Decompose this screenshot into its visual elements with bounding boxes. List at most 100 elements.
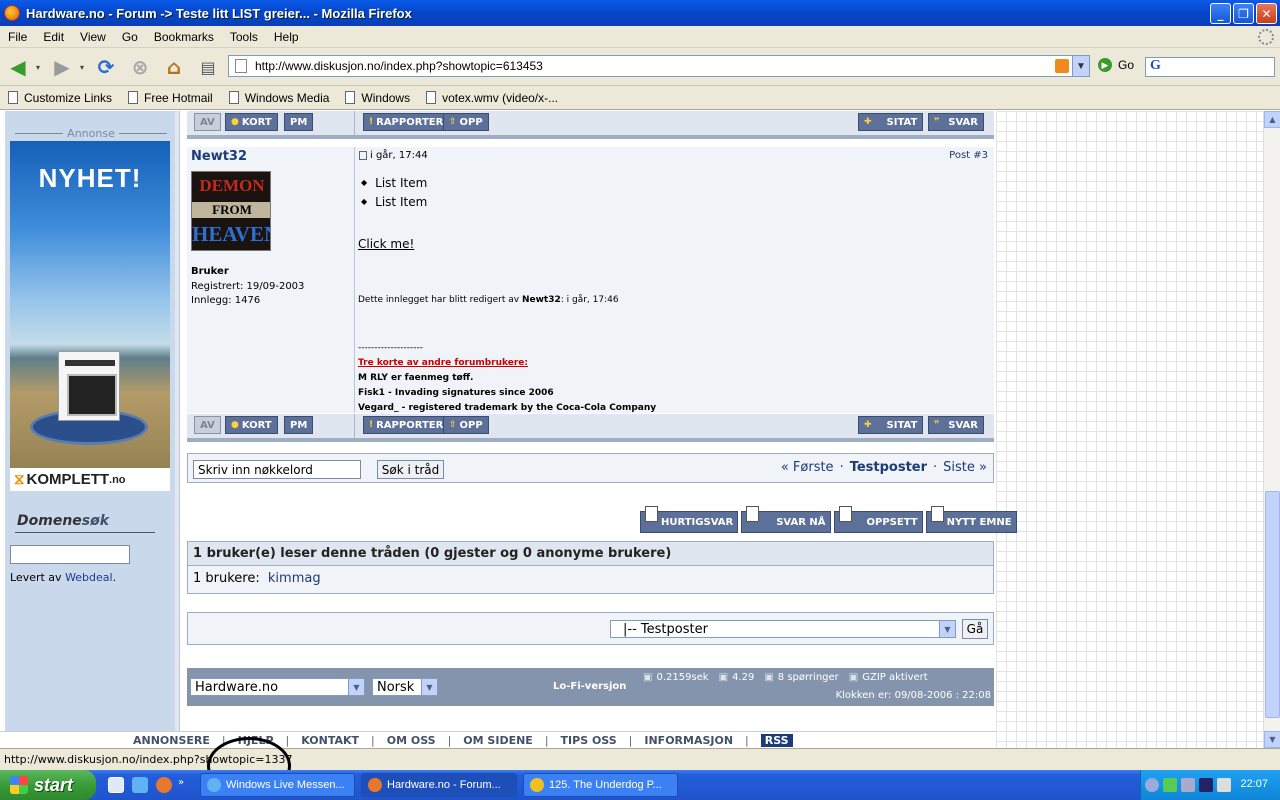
volume-icon[interactable] — [1217, 778, 1231, 792]
reply-now-button[interactable]: SVAR NÅ — [741, 506, 831, 533]
bookmark-windows[interactable]: Windows — [345, 91, 410, 105]
bookmark-windows-media[interactable]: Windows Media — [228, 91, 329, 105]
taskbar-item-winamp[interactable]: 125. The Underdog P... — [523, 773, 678, 797]
sitat-button[interactable]: ✚ SITAT — [858, 416, 924, 434]
last-page-link[interactable]: Siste » — [943, 460, 987, 475]
reader-user-link[interactable]: kimmag — [268, 571, 321, 586]
rss-link[interactable]: RSS — [760, 733, 793, 747]
new-topic-button[interactable]: NYTT EMNE — [925, 506, 1017, 533]
messenger-tray-icon[interactable] — [1163, 778, 1177, 792]
annonsere-link[interactable]: ANNONSERE — [133, 734, 210, 747]
menu-file[interactable]: File — [0, 30, 35, 44]
webdeal-link[interactable]: Webdeal — [65, 571, 113, 584]
menu-go[interactable]: Go — [114, 30, 146, 44]
tips-oss-link[interactable]: TIPS OSS — [561, 734, 617, 747]
bookmark-page-icon — [228, 91, 239, 104]
display-icon[interactable] — [1199, 778, 1213, 792]
taskbar-item-firefox[interactable]: Hardware.no - Forum... — [361, 773, 517, 797]
user-group: Bruker — [191, 266, 229, 277]
home-icon[interactable]: ⌂ — [162, 55, 186, 79]
scroll-up-icon[interactable]: ▲ — [1264, 111, 1280, 128]
page-icon — [235, 59, 247, 73]
avatar-text-2: FROM — [192, 202, 270, 218]
windows-taskbar: start » Windows Live Messen... Hardware.… — [0, 770, 1280, 800]
setup-button[interactable]: OPPSETT — [833, 506, 923, 533]
pm-button[interactable]: PM — [284, 113, 314, 131]
maximize-button[interactable]: ❐ — [1233, 3, 1254, 24]
forum-jump-select[interactable]: |-- Testposter ▼ — [610, 620, 956, 638]
kort-button[interactable]: ● KORT — [225, 416, 278, 434]
av-button[interactable]: AV — [194, 113, 221, 131]
reload-icon[interactable]: ⟳ — [94, 55, 118, 79]
domain-search-input[interactable] — [10, 545, 130, 564]
pm-button[interactable]: PM — [284, 416, 314, 434]
network-icon[interactable] — [1181, 778, 1195, 792]
address-bar[interactable]: http://www.diskusjon.no/index.php?showto… — [228, 55, 1090, 77]
forward-history-dropdown-icon[interactable]: ▾ — [76, 55, 88, 79]
informasjon-link[interactable]: INFORMASJON — [644, 734, 733, 747]
bookmark-votex-video[interactable]: votex.wmv (video/x-... — [426, 91, 558, 105]
minimize-button[interactable]: _ — [1210, 3, 1231, 24]
sitat-button[interactable]: ✚ SITAT — [858, 113, 924, 131]
search-thread-button[interactable]: Søk i tråd — [377, 460, 444, 479]
back-arrow-icon[interactable]: ◀ — [6, 55, 30, 79]
menu-bookmarks[interactable]: Bookmarks — [146, 30, 222, 44]
forward-arrow-icon[interactable]: ▶ — [50, 55, 74, 79]
svar-button[interactable]: ❞ SVAR — [928, 416, 984, 434]
forum-jump-go-button[interactable]: Gå — [962, 619, 988, 639]
scroll-thumb[interactable] — [1265, 491, 1280, 718]
scroll-down-icon[interactable]: ▼ — [1264, 731, 1280, 748]
rapporter-button[interactable]: ! RAPPORTER — [363, 113, 450, 131]
first-page-link[interactable]: « Første — [781, 460, 834, 475]
page-viewport[interactable]: Annonse NYHET! ⧖ KOMPLETT .no Domenesøk L… — [0, 111, 1263, 748]
search-engine-box[interactable]: G — [1145, 57, 1275, 77]
menu-tools[interactable]: Tools — [222, 30, 266, 44]
opp-button[interactable]: ⇧ OPP — [443, 113, 489, 131]
post-message: List Item List Item Click me! Dette innl… — [358, 173, 988, 414]
bookmark-customize-links[interactable]: Customize Links — [8, 91, 112, 105]
lofi-version-link[interactable]: Lo-Fi-versjon — [553, 681, 626, 692]
menu-view[interactable]: View — [72, 30, 114, 44]
firefox-quicklaunch-icon[interactable] — [156, 777, 172, 793]
current-forum-link[interactable]: Testposter — [850, 460, 927, 475]
language-select[interactable]: Norsk ▼ — [372, 678, 438, 696]
komplett-ad-banner[interactable]: NYHET! ⧖ KOMPLETT .no — [10, 141, 170, 491]
post-author-link[interactable]: Newt32 — [191, 149, 247, 164]
rapporter-button[interactable]: ! RAPPORTER — [363, 416, 450, 434]
svar-button[interactable]: ❞ SVAR — [928, 113, 984, 131]
url-history-dropdown-icon[interactable]: ▼ — [1072, 56, 1089, 76]
quick-reply-button[interactable]: HURTIGSVAR — [640, 506, 739, 533]
status-bar: http://www.diskusjon.no/index.php?showto… — [0, 748, 1280, 770]
om-sidene-link[interactable]: OM SIDENE — [463, 734, 533, 747]
print-icon[interactable]: ▤ — [196, 55, 220, 79]
messenger-icon[interactable] — [132, 777, 148, 793]
bookmark-free-hotmail[interactable]: Free Hotmail — [128, 91, 213, 105]
taskbar-item-messenger[interactable]: Windows Live Messen... — [200, 773, 355, 797]
menu-help[interactable]: Help — [266, 30, 307, 44]
user-post-count: Innlegg: 1476 — [191, 295, 261, 306]
kontakt-link[interactable]: KONTAKT — [301, 734, 359, 747]
opp-button[interactable]: ⇧ OPP — [443, 416, 489, 434]
rapporter-label: RAPPORTER — [376, 419, 444, 431]
back-history-dropdown-icon[interactable]: ▾ — [32, 55, 44, 79]
menu-edit[interactable]: Edit — [35, 30, 72, 44]
om-oss-link[interactable]: OM OSS — [387, 734, 436, 747]
quicklaunch-more-icon[interactable]: » — [178, 777, 188, 793]
show-desktop-icon[interactable] — [108, 777, 124, 793]
close-button[interactable]: ✕ — [1256, 3, 1277, 24]
post-number-link[interactable]: Post #3 — [949, 150, 988, 161]
av-button[interactable]: AV — [194, 416, 221, 434]
tray-expand-icon[interactable] — [1145, 778, 1159, 792]
window-titlebar[interactable]: Hardware.no - Forum -> Teste litt LIST g… — [0, 0, 1280, 26]
rss-feed-icon[interactable] — [1055, 59, 1069, 73]
start-button[interactable]: start — [0, 770, 96, 800]
kort-button[interactable]: ● KORT — [225, 113, 278, 131]
forum-jump-box: |-- Testposter ▼ Gå — [187, 612, 994, 645]
stop-icon[interactable]: ⊗ — [128, 55, 152, 79]
link-separator: | — [544, 733, 549, 747]
keyword-input[interactable]: Skriv inn nøkkelord — [193, 460, 361, 479]
click-me-link[interactable]: Click me! — [358, 237, 414, 251]
vertical-scrollbar[interactable]: ▲ ▼ — [1263, 111, 1280, 748]
skin-select[interactable]: Hardware.no ▼ — [190, 678, 365, 696]
go-button[interactable]: ▶ Go — [1098, 58, 1134, 72]
